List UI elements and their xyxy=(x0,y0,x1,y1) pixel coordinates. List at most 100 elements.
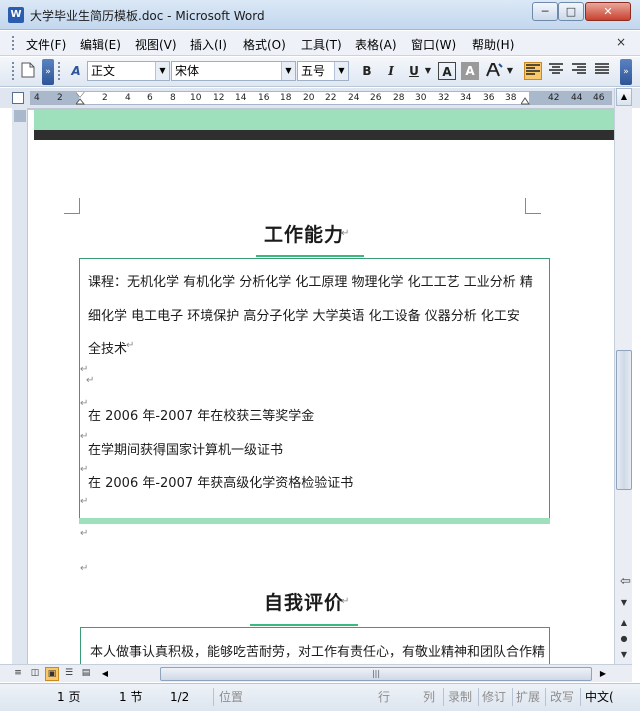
status-language[interactable]: 中文( xyxy=(585,688,614,706)
minimize-button[interactable]: ─ xyxy=(532,2,558,21)
status-line[interactable]: 行 xyxy=(378,688,390,706)
horizontal-scrollbar[interactable]: ◀ ||| ▶ xyxy=(70,666,610,682)
menu-edit[interactable]: 编辑(E) xyxy=(80,36,121,53)
ruler-tick: 30 xyxy=(415,93,427,103)
style-select[interactable]: 正文 ▼ xyxy=(87,61,170,81)
menu-view[interactable]: 视图(V) xyxy=(135,36,177,53)
bold-button[interactable]: B xyxy=(358,62,376,80)
toolbar-options-chevron-right[interactable]: » xyxy=(620,59,632,85)
menu-grip-handle[interactable] xyxy=(12,36,15,50)
award-line-chemistry[interactable]: 在 2006 年-2007 年获高级化学资格检验证书 xyxy=(88,472,353,491)
header-green-band xyxy=(34,110,614,128)
ruler-tick: 16 xyxy=(258,93,270,103)
horizontal-scroll-thumb[interactable]: ||| xyxy=(160,667,592,681)
styles-formatting-icon[interactable]: A xyxy=(66,62,86,80)
status-record[interactable]: 录制 xyxy=(448,688,472,706)
underline-button[interactable]: U xyxy=(405,62,423,80)
menu-file[interactable]: 文件(F) xyxy=(26,36,66,53)
ruler-tick: 24 xyxy=(348,93,360,103)
status-page-count[interactable]: 1/2 xyxy=(170,688,189,706)
award-line-computer[interactable]: 在学期间获得国家计算机一级证书 xyxy=(88,439,283,458)
next-page-icon[interactable]: ▼ xyxy=(617,648,631,662)
scroll-left-arrow-icon[interactable]: ◀ xyxy=(98,667,112,681)
select-browse-object-icon[interactable]: ● xyxy=(617,632,631,646)
status-track-changes[interactable]: 修订 xyxy=(482,688,506,706)
horizontal-ruler[interactable]: 4 2 2 4 6 8 10 12 14 16 18 20 22 24 26 2… xyxy=(30,91,612,105)
ruler-tick: 4 xyxy=(125,93,131,103)
new-document-icon[interactable] xyxy=(19,62,37,80)
align-right-button[interactable] xyxy=(570,62,588,80)
status-separator xyxy=(512,688,513,706)
ruler-tick: 14 xyxy=(235,93,247,103)
header-dark-band xyxy=(34,128,614,140)
maximize-button[interactable]: □ xyxy=(558,2,584,21)
character-shading-button[interactable]: A xyxy=(461,62,479,80)
status-overtype[interactable]: 改写 xyxy=(550,688,574,706)
status-page[interactable]: 1 页 xyxy=(57,688,80,706)
menu-insert[interactable]: 插入(I) xyxy=(190,36,227,53)
section-title-work-ability[interactable]: 工作能力 xyxy=(264,220,344,247)
previous-page-icon[interactable]: ▲ xyxy=(617,616,631,630)
web-layout-view-icon[interactable]: ◫ xyxy=(28,667,42,681)
course-line-2[interactable]: 细化学 电工电子 环境保护 高分子化学 大学英语 化工设备 仪器分析 化工安 xyxy=(88,305,520,324)
print-layout-view-icon[interactable]: ▣ xyxy=(45,667,59,681)
chevron-down-icon[interactable]: ▼ xyxy=(155,62,169,80)
vertical-scroll-thumb[interactable] xyxy=(616,350,632,490)
section-title-self-evaluation[interactable]: 自我评价 xyxy=(264,588,344,615)
character-border-button[interactable]: A xyxy=(438,62,456,80)
text-effects-chevron-icon[interactable]: ▼ xyxy=(505,62,515,80)
ruler-tick: 22 xyxy=(325,93,337,103)
ruler-tick: 32 xyxy=(438,93,450,103)
self-evaluation-line-1[interactable]: 本人做事认真积极，能够吃苦耐劳，对工作有责任心，有敬业精神和团队合作精 xyxy=(90,641,545,660)
toolbar-grip-handle-2[interactable] xyxy=(58,62,61,80)
text-effects-icon[interactable] xyxy=(485,62,503,80)
right-indent-marker[interactable] xyxy=(520,92,530,105)
chevron-down-icon[interactable]: ▼ xyxy=(281,62,295,80)
menu-table[interactable]: 表格(A) xyxy=(355,36,397,53)
margin-corner-mark-right xyxy=(525,198,541,214)
document-close-icon[interactable]: × xyxy=(616,35,626,49)
toolbar-grip-handle[interactable] xyxy=(12,62,15,80)
paragraph-mark: ↵ xyxy=(341,228,350,239)
ruler-tick: 18 xyxy=(280,93,292,103)
menu-help[interactable]: 帮助(H) xyxy=(472,36,514,53)
italic-button[interactable]: I xyxy=(382,62,400,80)
title-underline xyxy=(256,255,364,257)
align-left-button[interactable] xyxy=(524,62,542,80)
ruler-tick: 6 xyxy=(147,93,153,103)
justify-button[interactable] xyxy=(593,62,611,80)
close-button[interactable]: ✕ xyxy=(585,2,631,21)
menu-window[interactable]: 窗口(W) xyxy=(411,36,456,53)
scroll-right-arrow-icon[interactable]: ▶ xyxy=(596,667,610,681)
award-line-scholarship[interactable]: 在 2006 年-2007 年在校获三等奖学金 xyxy=(88,405,314,424)
status-section[interactable]: 1 节 xyxy=(119,688,142,706)
chevron-down-icon[interactable]: ▼ xyxy=(334,62,348,80)
font-select[interactable]: 宋体 ▼ xyxy=(171,61,296,81)
vertical-ruler[interactable] xyxy=(12,108,28,664)
scroll-up-arrow-icon[interactable]: ▲ xyxy=(616,88,632,106)
document-canvas[interactable]: 工作能力 ↵ 课程：无机化学 有机化学 分析化学 化工原理 物理化学 化工工艺 … xyxy=(28,108,614,664)
status-extend[interactable]: 扩展 xyxy=(516,688,540,706)
menu-format[interactable]: 格式(O) xyxy=(243,36,286,53)
scroll-down-arrow-icon[interactable]: ▼ xyxy=(617,596,631,610)
tab-selector[interactable] xyxy=(12,92,24,104)
course-line-3[interactable]: 全技术 xyxy=(88,338,127,357)
align-center-button[interactable] xyxy=(547,62,565,80)
status-column[interactable]: 列 xyxy=(423,688,435,706)
ruler-tick: 28 xyxy=(393,93,405,103)
font-size-select[interactable]: 五号 ▼ xyxy=(297,61,349,81)
first-line-indent-marker[interactable] xyxy=(74,91,86,105)
normal-view-icon[interactable]: ≡ xyxy=(11,667,25,681)
ruler-tick: 38 xyxy=(505,93,517,103)
ruler-tick: 2 xyxy=(102,93,108,103)
title-underline xyxy=(250,624,358,626)
toolbar-options-chevron[interactable]: » xyxy=(42,59,54,85)
status-position[interactable]: 位置 xyxy=(219,688,243,706)
word-app-icon[interactable]: W xyxy=(8,7,24,23)
ruler-tick: 36 xyxy=(483,93,495,103)
course-line-1[interactable]: 课程：无机化学 有机化学 分析化学 化工原理 物理化学 化工工艺 工业分析 精 xyxy=(88,271,533,290)
menu-tools[interactable]: 工具(T) xyxy=(301,36,342,53)
ruler-tick: 44 xyxy=(571,93,583,103)
underline-options-chevron-icon[interactable]: ▼ xyxy=(423,62,433,80)
status-bar: 1 页 1 节 1/2 位置 行 列 录制 修订 扩展 改写 中文( xyxy=(0,683,640,711)
